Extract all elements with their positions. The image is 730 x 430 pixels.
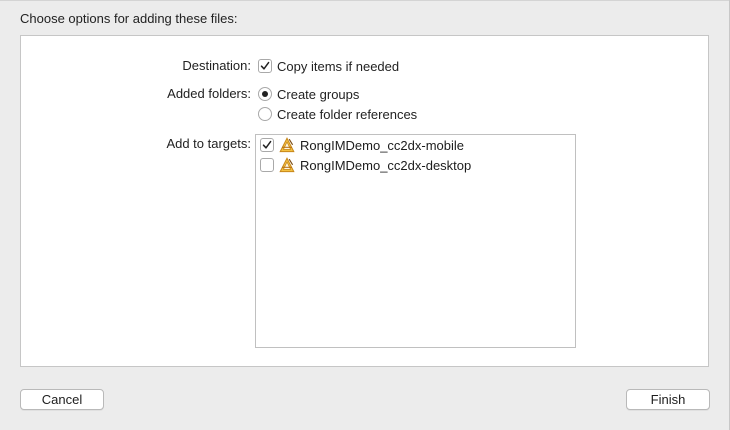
target-desktop-checkbox[interactable]	[260, 158, 274, 172]
target-row-desktop[interactable]: RongIMDemo_cc2dx-desktop	[260, 156, 471, 174]
checkmark-icon	[260, 61, 270, 70]
create-folder-references-option[interactable]: Create folder references	[258, 105, 417, 123]
copy-items-option[interactable]: Copy items if needed	[258, 57, 399, 75]
add-to-targets-label: Add to targets:	[166, 136, 251, 151]
copy-items-label: Copy items if needed	[277, 58, 400, 74]
create-folder-references-radio[interactable]	[258, 107, 272, 121]
added-folders-label: Added folders:	[167, 86, 251, 101]
target-mobile-checkbox[interactable]	[260, 138, 274, 152]
target-desktop-label: RongIMDemo_cc2dx-desktop	[300, 157, 472, 173]
finish-button[interactable]: Finish	[626, 389, 710, 410]
targets-list[interactable]: RongIMDemo_cc2dx-mobile RongIMDemo_cc2dx…	[255, 134, 576, 348]
target-row-mobile[interactable]: RongIMDemo_cc2dx-mobile	[260, 136, 464, 154]
create-folder-references-label: Create folder references	[277, 106, 418, 122]
radio-selected-dot	[262, 91, 268, 97]
cancel-button[interactable]: Cancel	[20, 389, 104, 410]
dialog-prompt: Choose options for adding these files:	[20, 11, 238, 26]
window-top-edge	[0, 0, 730, 1]
options-panel: Destination: Copy items if needed Added …	[20, 35, 709, 367]
create-groups-label: Create groups	[277, 86, 360, 102]
app-target-icon	[279, 157, 295, 173]
app-target-icon	[279, 137, 295, 153]
create-groups-option[interactable]: Create groups	[258, 85, 359, 103]
create-groups-radio[interactable]	[258, 87, 272, 101]
target-mobile-label: RongIMDemo_cc2dx-mobile	[300, 137, 465, 153]
copy-items-checkbox[interactable]	[258, 59, 272, 73]
destination-label: Destination:	[182, 58, 251, 73]
checkmark-icon	[262, 140, 272, 149]
